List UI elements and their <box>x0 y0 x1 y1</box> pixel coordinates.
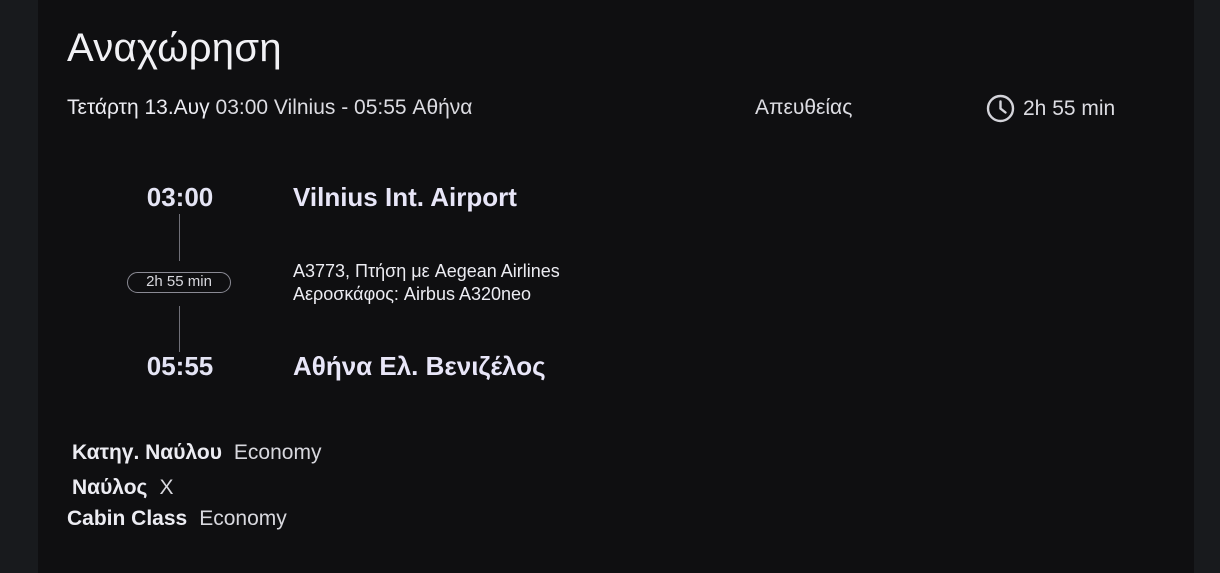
fare-category-label: Κατηγ. Ναύλου <box>72 441 222 464</box>
fare-label: Ναύλος <box>72 476 148 499</box>
aircraft-line: Αεροσκάφος: Airbus A320neo <box>293 284 532 304</box>
cabin-class-row: Cabin Class Economy <box>67 507 287 531</box>
duration-badge: 2h 55 min <box>127 272 231 293</box>
departure-airport: Vilnius Int. Airport <box>293 182 517 212</box>
departure-time: 03:00 <box>146 182 214 212</box>
cabin-class-value: Economy <box>199 507 287 530</box>
clock-icon <box>986 94 1015 123</box>
flight-info: A3773, Πτήση με Aegean Airlines Αεροσκάφ… <box>293 260 560 306</box>
stop-type: Απευθείας <box>755 96 853 119</box>
fare-category-value: Economy <box>233 441 322 464</box>
total-duration-text: 2h 55 min <box>1023 96 1116 120</box>
total-duration: 2h 55 min <box>986 94 1115 123</box>
timeline-connector-top <box>179 214 180 261</box>
arrival-airport: Αθήνα Ελ. Βενιζέλος <box>293 351 546 381</box>
fare-category-row: Κατηγ. Ναύλου Economy <box>72 441 321 465</box>
fare-value: X <box>159 476 174 499</box>
fare-row: Ναύλος X <box>72 476 173 500</box>
route-text: 03:00 Vilnius - 05:55 Αθήνα <box>215 96 473 119</box>
arrival-time: 05:55 <box>146 351 214 381</box>
flight-date: Τετάρτη 13.Αυγ <box>67 96 210 119</box>
flight-number-line: A3773, Πτήση με Aegean Airlines <box>293 261 560 281</box>
section-title: Αναχώρηση <box>67 26 282 70</box>
cabin-class-label: Cabin Class <box>67 507 188 530</box>
flight-summary: Τετάρτη 13.Αυγ 03:00 Vilnius - 05:55 Αθή… <box>67 96 472 120</box>
timeline-connector-bottom <box>179 306 180 352</box>
